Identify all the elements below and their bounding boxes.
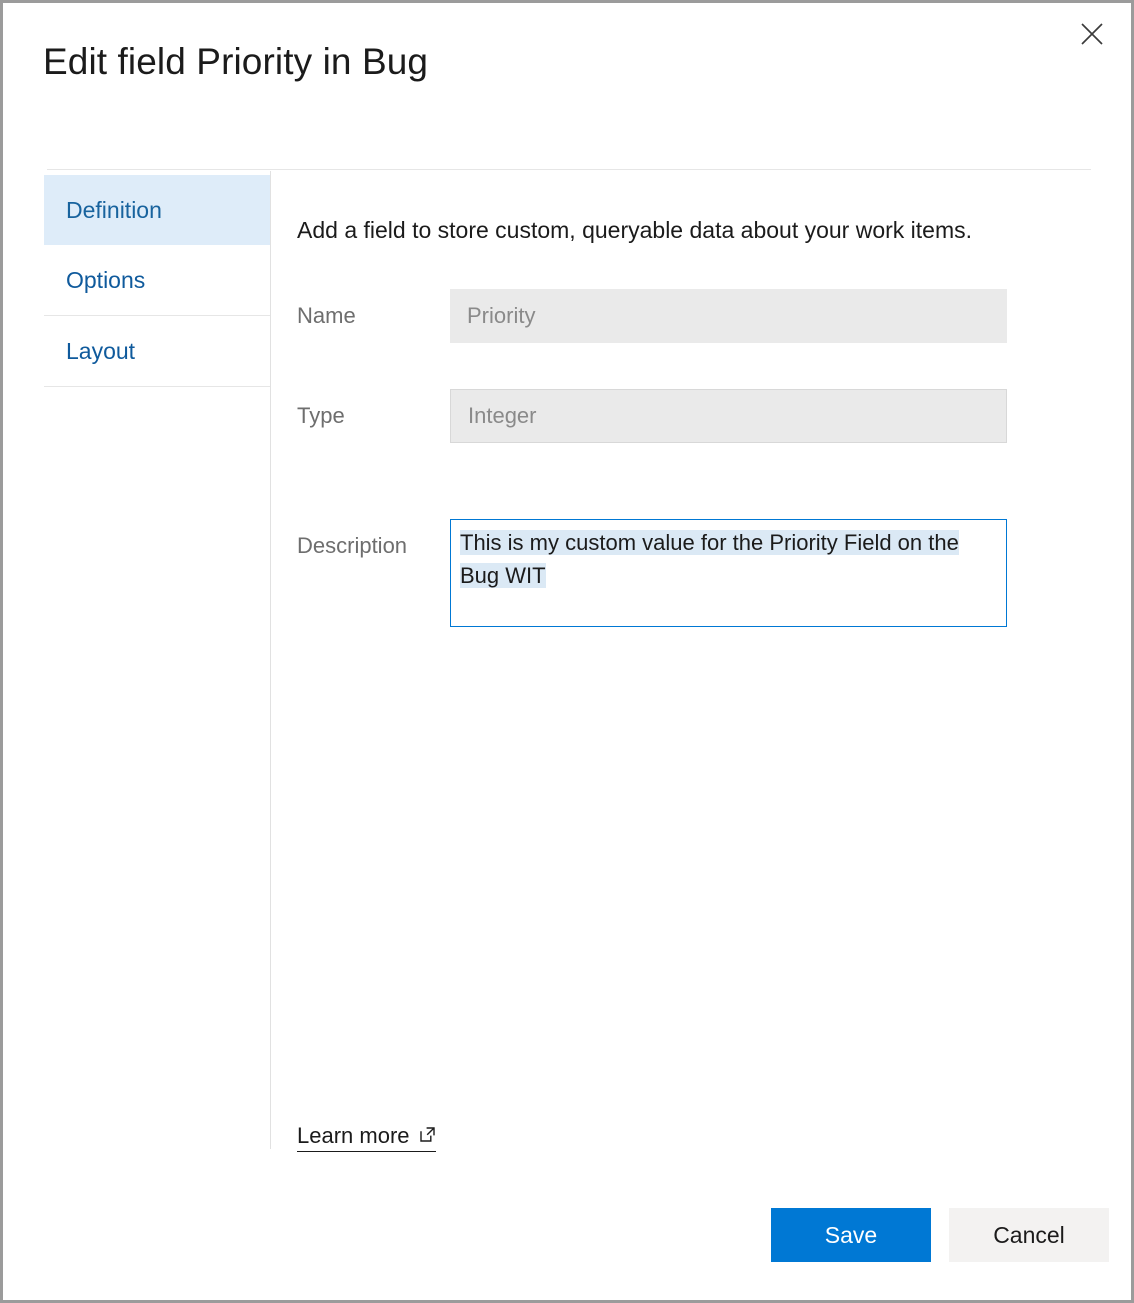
header-divider [47,169,1091,170]
dialog-footer: Save Cancel [3,1208,1131,1268]
close-icon [1077,19,1107,49]
close-button[interactable] [1069,11,1115,57]
page-title: Edit field Priority in Bug [43,41,428,83]
sidebar-item-definition[interactable]: Definition [44,175,270,245]
description-field-row: Description This is my custom value for … [297,519,1037,629]
type-input[interactable]: Integer [450,389,1007,443]
sidebar-item-label: Options [66,267,145,294]
name-label: Name [297,303,356,329]
panel-description: Add a field to store custom, queryable d… [297,217,972,244]
name-input[interactable]: Priority [450,289,1007,343]
learn-more-link[interactable]: Learn more [297,1123,436,1152]
sidebar: Definition Options Layout [44,175,270,387]
sidebar-item-label: Layout [66,338,135,365]
external-link-icon [419,1126,436,1146]
edit-field-dialog: Edit field Priority in Bug Definition Op… [0,0,1134,1303]
learn-more-label: Learn more [297,1123,410,1149]
sidebar-divider [44,386,270,387]
description-input[interactable]: This is my custom value for the Priority… [450,519,1007,627]
sidebar-item-label: Definition [66,197,162,224]
sidebar-item-layout[interactable]: Layout [44,316,270,386]
description-label: Description [297,533,407,559]
name-field-row: Name Priority [297,289,1037,343]
save-button[interactable]: Save [771,1208,931,1262]
description-value: This is my custom value for the Priority… [460,530,959,588]
definition-panel: Add a field to store custom, queryable d… [271,171,1091,1151]
sidebar-item-options[interactable]: Options [44,245,270,315]
type-field-row: Type Integer [297,389,1037,443]
type-label: Type [297,403,345,429]
cancel-button[interactable]: Cancel [949,1208,1109,1262]
dialog-header: Edit field Priority in Bug [3,3,1131,165]
